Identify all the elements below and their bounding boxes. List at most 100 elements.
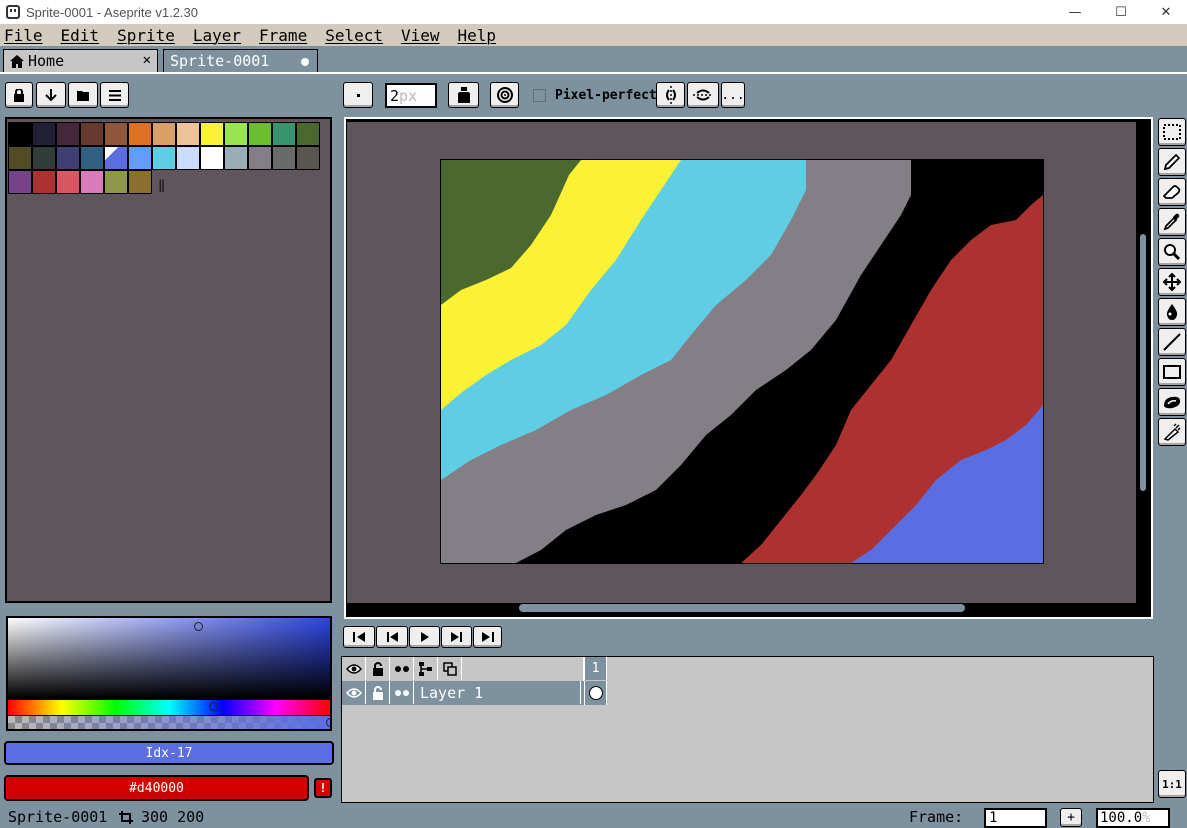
onion-skin-header-icon[interactable] [438,657,462,680]
palette-swatch[interactable] [128,170,152,194]
pixel-perfect-checkbox[interactable] [533,89,546,102]
palette-swatch[interactable] [296,122,320,146]
palette-swatch[interactable] [224,122,248,146]
background-color-button[interactable]: #d40000 [4,775,309,801]
brush-size-input[interactable]: 2 px [385,83,437,108]
close-window-button[interactable]: ✕ [1143,0,1187,24]
eyedropper-tool[interactable] [1158,208,1186,236]
alpha-slider[interactable] [8,716,330,729]
layer-lock-toggle[interactable] [366,681,390,704]
brush-type-button[interactable] [343,82,373,108]
lock-palette-button[interactable] [5,82,33,108]
eraser-tool[interactable] [1158,178,1186,206]
pencil-tool[interactable] [1158,148,1186,176]
zoom-tool[interactable] [1158,238,1186,266]
sv-cursor-icon[interactable] [194,622,203,631]
symmetry-vertical-button[interactable] [656,82,685,108]
horizontal-scrollbar[interactable] [519,604,965,612]
palette-swatch[interactable] [80,146,104,170]
alpha-cursor-icon[interactable] [326,718,330,727]
palette-swatch[interactable] [56,122,80,146]
move-tool[interactable] [1158,268,1186,296]
close-tab-icon[interactable]: ✕ [143,52,151,68]
palette-swatch[interactable] [80,122,104,146]
palette-resize-grip-icon[interactable]: ‖ [158,178,165,192]
palette-swatch[interactable] [248,146,272,170]
saturation-value-field[interactable] [8,618,330,698]
frame-header[interactable]: 1 [584,657,607,680]
frame-input[interactable]: 1 [984,808,1047,828]
line-tool[interactable] [1158,328,1186,356]
layer-visibility-toggle[interactable] [342,681,366,704]
previous-frame-button[interactable] [376,626,408,648]
cel-frame-1[interactable] [584,681,607,705]
layer-row[interactable]: Layer 1 [342,681,607,705]
palette-swatch[interactable] [32,170,56,194]
palette-swatch[interactable] [128,146,152,170]
more-options-button[interactable]: ... [721,82,745,108]
palette-swatch[interactable] [128,122,152,146]
sort-palette-button[interactable] [36,82,66,108]
rectangular-marquee-tool[interactable] [1158,118,1186,146]
menu-layer[interactable]: Layer [193,26,241,45]
tab-home[interactable]: Home ✕ [3,49,158,72]
hue-slider[interactable] [8,700,330,715]
rectangle-tool[interactable] [1158,358,1186,386]
vertical-scrollbar[interactable] [1140,234,1146,491]
palette-swatch[interactable] [152,146,176,170]
palette-swatch[interactable] [272,146,296,170]
zoom-fit-button[interactable]: 1:1 [1158,770,1186,798]
menu-frame[interactable]: Frame [259,26,307,45]
presets-palette-button[interactable] [68,82,98,108]
first-frame-button[interactable] [343,626,375,648]
contour-tool[interactable] [1158,388,1186,416]
palette-swatch[interactable] [56,146,80,170]
layer-continuous-toggle[interactable] [390,681,414,704]
palette-swatch[interactable] [80,170,104,194]
opacity-button[interactable] [490,82,519,108]
menu-select[interactable]: Select [325,26,383,45]
visibility-header-icon[interactable] [342,657,366,680]
continuous-header-icon[interactable] [390,657,414,680]
palette-swatch[interactable] [104,122,128,146]
palette-swatch[interactable] [104,146,128,170]
palette-swatch[interactable] [176,146,200,170]
palette-swatch[interactable] [272,122,296,146]
palette-swatch[interactable] [8,170,32,194]
palette-swatch[interactable] [248,122,272,146]
maximize-button[interactable]: ☐ [1098,0,1144,24]
palette-swatch[interactable] [152,122,176,146]
symmetry-horizontal-button[interactable] [687,82,719,108]
zoom-input[interactable]: 100.0% [1096,808,1170,828]
palette-swatch[interactable] [8,122,32,146]
tab-sprite[interactable]: Sprite-0001 [163,49,318,72]
palette-swatch[interactable] [224,146,248,170]
palette-swatch[interactable] [104,170,128,194]
ink-type-button[interactable] [448,82,479,108]
palette-swatch[interactable] [56,170,80,194]
layer-name[interactable]: Layer 1 [414,681,581,704]
palette-swatch[interactable] [200,122,224,146]
palette-swatch[interactable] [296,146,320,170]
menu-view[interactable]: View [401,26,440,45]
lock-header-icon[interactable] [366,657,390,680]
menu-edit[interactable]: Edit [61,26,100,45]
minimize-button[interactable]: — [1052,0,1098,24]
modified-dot-icon[interactable] [301,58,309,66]
menu-file[interactable]: File [4,26,43,45]
paint-bucket-tool[interactable] [1158,298,1186,326]
play-button[interactable] [409,626,440,648]
palette-options-button[interactable] [100,82,129,108]
layer-tree-header-icon[interactable] [414,657,438,680]
sprite-canvas[interactable] [440,159,1044,564]
menu-sprite[interactable]: Sprite [117,26,175,45]
last-frame-button[interactable] [473,626,502,648]
color-warning-icon[interactable]: ! [314,778,332,798]
blur-tool[interactable] [1158,418,1186,446]
menu-help[interactable]: Help [458,26,497,45]
palette-swatch[interactable] [32,122,56,146]
palette-swatch[interactable] [32,146,56,170]
palette-swatch[interactable] [8,146,32,170]
foreground-color-button[interactable]: Idx-17 [4,741,334,765]
add-frame-button[interactable]: + [1060,808,1082,827]
